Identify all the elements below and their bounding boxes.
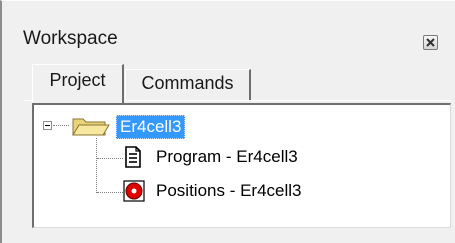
tab-project[interactable]: Project (32, 64, 124, 103)
folder-open-icon (72, 118, 110, 136)
red-dot-icon (123, 180, 145, 202)
close-icon (426, 38, 435, 47)
project-tree[interactable]: Er4cell3 Program - Er4cell3 Positions - … (32, 103, 451, 228)
tab-strip-edge (125, 100, 451, 101)
tree-connector (53, 125, 69, 126)
minus-icon (45, 125, 50, 126)
tree-root-item[interactable]: Er4cell3 (116, 115, 186, 139)
tree-item-program[interactable]: Program - Er4cell3 (156, 147, 298, 167)
workspace-panel: Workspace Project Commands Er4cell3 Prog… (0, 0, 455, 243)
tab-commands[interactable]: Commands (125, 69, 251, 100)
tree-connector (97, 192, 123, 193)
tree-connector (97, 158, 123, 159)
document-icon (125, 146, 141, 168)
close-button[interactable] (423, 35, 438, 50)
tab-project-label: Project (49, 70, 106, 90)
tree-connector (96, 138, 97, 193)
tab-strip-edge (24, 100, 32, 101)
tree-item-positions[interactable]: Positions - Er4cell3 (156, 181, 302, 201)
panel-title: Workspace (23, 28, 118, 49)
tab-commands-label: Commands (141, 73, 234, 93)
collapse-toggle[interactable] (43, 121, 52, 130)
